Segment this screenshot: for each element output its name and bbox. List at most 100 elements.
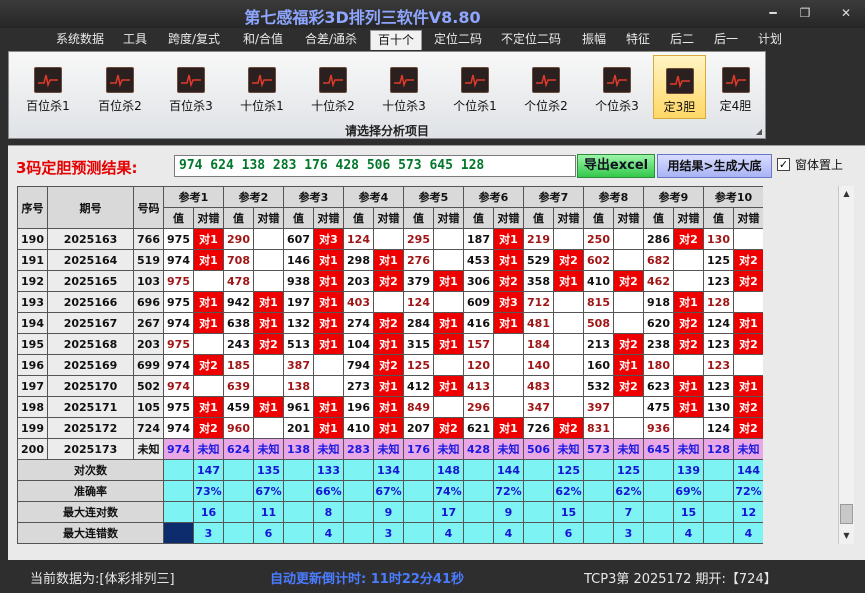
expand-icon[interactable]: ◢	[756, 127, 762, 136]
ribbon-btn-hundreds-kill-3[interactable]: 百位杀3	[156, 55, 226, 119]
always-on-top-checkbox[interactable]: ✓	[777, 158, 790, 171]
cell-issue: 2025167	[47, 312, 134, 334]
cell-judge: 对1	[193, 228, 224, 250]
stats-spacer-cell	[463, 459, 494, 481]
cell-judge	[733, 354, 763, 376]
status-bar: 当前数据为:[体彩排列三] 自动更新倒计时: 11时22分41秒 TCP3第 2…	[0, 562, 865, 593]
cell-judge	[493, 333, 524, 355]
cell-judge	[553, 291, 584, 313]
vertical-scrollbar[interactable]: ▲ ▼	[838, 186, 854, 544]
scroll-down-arrow-icon[interactable]: ▼	[839, 528, 854, 544]
ribbon-btn-hundreds-kill-2[interactable]: 百位杀2	[85, 55, 155, 119]
menu-hundreds-tens-units[interactable]: 百十个	[370, 30, 422, 50]
stats-spacer-cell	[583, 501, 614, 523]
cell-judge: 对1	[373, 249, 404, 271]
cell-seq: 190	[17, 228, 48, 250]
cell-judge: 对1	[313, 417, 344, 439]
col-subheader-value: 值	[223, 207, 254, 229]
stats-spacer-cell	[583, 480, 614, 502]
cell-judge: 未知	[493, 438, 524, 460]
stats-spacer-cell	[283, 480, 314, 502]
cell-value: 315	[403, 333, 434, 355]
cell-judge: 未知	[193, 438, 224, 460]
cell-judge	[253, 228, 284, 250]
menu-last-two[interactable]: 后二	[664, 30, 700, 50]
table-row[interactable]: 197 2025170 502 974 639 138 273 对1 412 对1 413 483 53…	[17, 375, 763, 397]
col-subheader-judge: 对错	[373, 207, 404, 229]
ribbon-btn-fixed-4[interactable]: 定4胆	[709, 55, 762, 119]
stats-spacer-cell	[223, 480, 254, 502]
close-button[interactable]: ✕	[836, 4, 856, 22]
stats-value: 9	[493, 501, 524, 523]
table-row[interactable]: 196 2025169 699 974 对2 185 387 794 对2 125 120 140 16…	[17, 354, 763, 376]
prediction-result-field[interactable]: 974 624 138 283 176 428 506 573 645 128	[174, 155, 576, 177]
cell-issue: 2025166	[47, 291, 134, 313]
table-row[interactable]: 193 2025166 696 975 对1 942 对1 197 对1 403 124 609 对3 7…	[17, 291, 763, 313]
ribbon-btn-hundreds-kill-1[interactable]: 百位杀1	[13, 55, 83, 119]
ribbon-btn-units-kill-3[interactable]: 个位杀3	[582, 55, 652, 119]
cell-judge: 对2	[613, 375, 644, 397]
menu-span[interactable]: 跨度/复式	[162, 30, 226, 50]
scrollbar-thumb[interactable]	[840, 504, 853, 524]
ribbon-btn-fixed-3[interactable]: 定3胆	[653, 55, 706, 119]
cell-value: 831	[583, 417, 614, 439]
maximize-button[interactable]: ❐	[795, 4, 815, 22]
cell-judge: 对3	[313, 228, 344, 250]
table-row[interactable]: 192 2025165 103 975 478 938 对1 203 对2 379 对1 306 对2 3…	[17, 270, 763, 292]
cell-value: 639	[223, 375, 254, 397]
ribbon-btn-tens-kill-3[interactable]: 十位杀3	[369, 55, 439, 119]
table-row[interactable]: 199 2025172 724 974 对2 960 201 对1 410 对1 207 对2 621 对…	[17, 417, 763, 439]
cell-value: 196	[343, 396, 374, 418]
menu-system-data[interactable]: 系统数据	[52, 30, 108, 50]
cell-judge: 对1	[433, 375, 464, 397]
cell-value: 274	[343, 312, 374, 334]
cell-value: 138	[283, 438, 314, 460]
cell-judge	[433, 291, 464, 313]
table-row[interactable]: 195 2025168 203 975 243 对2 513 对1 104 对1 315 对1 157 1…	[17, 333, 763, 355]
table-row[interactable]: 191 2025164 519 974 对1 708 146 对1 298 对1 276 453 对1 5…	[17, 249, 763, 271]
stats-value: 6	[553, 522, 584, 544]
table-row[interactable]: 190 2025163 766 975 对1 290 607 对3 124 295 187 对1 219…	[17, 228, 763, 250]
cell-value: 128	[703, 438, 734, 460]
table-row[interactable]: 198 2025171 105 975 对1 459 对1 961 对1 196 对1 849 296 3…	[17, 396, 763, 418]
cell-judge: 未知	[313, 438, 344, 460]
cell-judge: 对1	[313, 312, 344, 334]
cell-judge: 对1	[433, 333, 464, 355]
export-excel-button[interactable]: 导出excel	[577, 154, 655, 178]
stats-value: 73%	[193, 480, 224, 502]
table-row[interactable]: 194 2025167 267 974 对1 638 对1 132 对1 274 对2 284 对1 41…	[17, 312, 763, 334]
cell-judge	[493, 354, 524, 376]
menu-diff-kill[interactable]: 合差/通杀	[300, 30, 362, 50]
stats-value: 125	[553, 459, 584, 481]
cell-seq: 191	[17, 249, 48, 271]
menu-tools[interactable]: 工具	[118, 30, 152, 50]
results-grid[interactable]: 序号 期号 号码 参考1 参考2 参考3 参考4 参考5 参考6 参考7 参考8 参考9 参考10 值对错…	[17, 186, 763, 544]
ribbon-btn-units-kill-2[interactable]: 个位杀2	[511, 55, 581, 119]
cell-value: 961	[283, 396, 314, 418]
table-row[interactable]: 200 2025173 未知 974 未知 624 未知 138 未知 283 未知 176 未知 428…	[17, 438, 763, 460]
menu-unfixed-two[interactable]: 不定位二码	[496, 30, 566, 50]
cell-value: 387	[283, 354, 314, 376]
ribbon-btn-tens-kill-1[interactable]: 十位杀1	[227, 55, 297, 119]
menu-amplitude[interactable]: 振幅	[576, 30, 612, 50]
cell-value: 623	[643, 375, 674, 397]
scroll-up-arrow-icon[interactable]: ▲	[839, 186, 854, 202]
menu-fixed-two[interactable]: 定位二码	[430, 30, 486, 50]
cell-seq: 197	[17, 375, 48, 397]
menu-sum[interactable]: 和/合值	[236, 30, 290, 50]
minimize-button[interactable]: ━	[763, 4, 783, 22]
stats-value: 139	[673, 459, 704, 481]
cell-value: 160	[583, 354, 614, 376]
cell-judge	[433, 228, 464, 250]
cell-value: 602	[583, 249, 614, 271]
menu-plan[interactable]: 计划	[752, 30, 788, 50]
ribbon-btn-units-kill-1[interactable]: 个位杀1	[440, 55, 510, 119]
generate-base-button[interactable]: 用结果>生成大底	[657, 154, 772, 178]
cell-judge: 对2	[613, 333, 644, 355]
menu-last-one[interactable]: 后一	[708, 30, 744, 50]
cell-value: 936	[643, 417, 674, 439]
cell-value: 974	[163, 375, 194, 397]
menu-features[interactable]: 特征	[620, 30, 656, 50]
cell-value: 140	[523, 354, 554, 376]
ribbon-btn-tens-kill-2[interactable]: 十位杀2	[298, 55, 368, 119]
